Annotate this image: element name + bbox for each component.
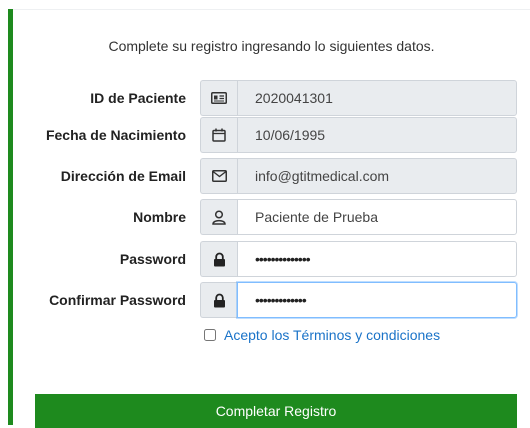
complete-registration-button[interactable]: Completar Registro [35, 394, 517, 428]
patient-id-label: ID de Paciente [90, 90, 186, 106]
user-icon [200, 199, 237, 235]
email-label: Dirección de Email [60, 168, 186, 184]
form-instructions: Complete su registro ingresando lo sigui… [108, 38, 435, 54]
password-field[interactable] [237, 241, 517, 277]
birth-date-label: Fecha de Nacimiento [45, 127, 186, 143]
email-field[interactable] [237, 158, 517, 194]
confirm-password-row: Confirmar Password [0, 282, 530, 318]
confirm-password-label: Confirmar Password [49, 292, 186, 308]
card-top-border [13, 9, 530, 10]
terms-link[interactable]: Acepto los Términos y condiciones [224, 327, 440, 343]
patient-id-field[interactable] [237, 80, 517, 116]
email-row: Dirección de Email [0, 158, 530, 194]
name-row: Nombre [0, 199, 530, 235]
terms-checkbox[interactable] [204, 329, 216, 341]
name-field[interactable] [237, 199, 517, 235]
lock-icon [200, 241, 237, 277]
name-label: Nombre [133, 209, 186, 225]
terms-checkbox-row[interactable]: Acepto los Términos y condiciones [204, 326, 440, 344]
patient-id-row: ID de Paciente [0, 80, 530, 116]
id-card-icon [200, 80, 237, 116]
envelope-icon [200, 158, 237, 194]
password-label: Password [119, 251, 186, 267]
password-row: Password [0, 241, 530, 277]
birth-date-row: Fecha de Nacimiento [0, 117, 530, 153]
birth-date-field[interactable] [237, 117, 517, 153]
confirm-password-field[interactable] [237, 282, 517, 318]
calendar-icon [200, 117, 237, 153]
lock-icon [200, 282, 237, 318]
